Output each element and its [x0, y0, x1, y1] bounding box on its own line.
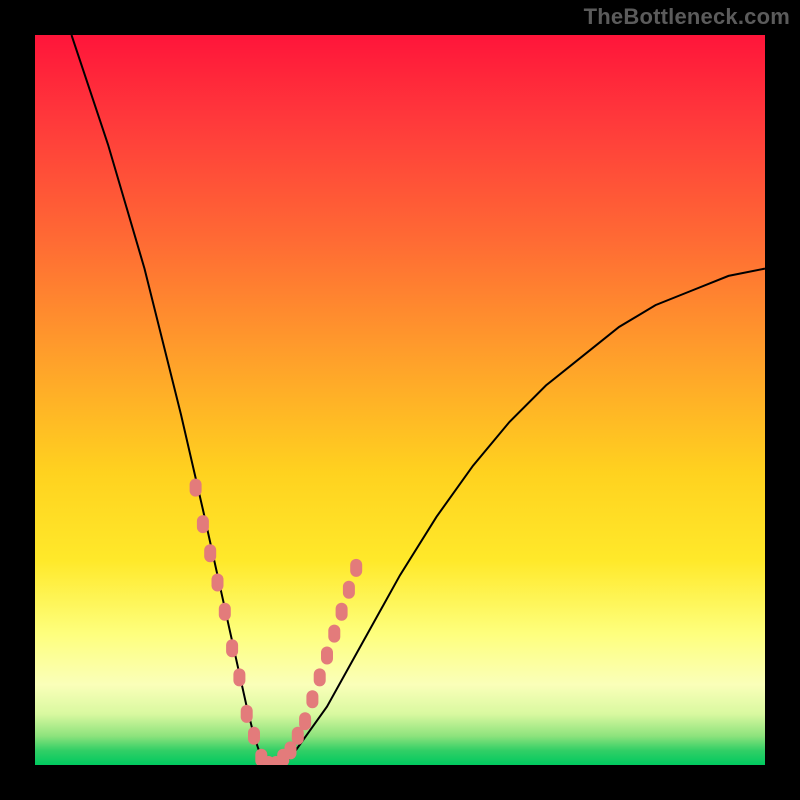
- highlight-marker: [190, 479, 202, 497]
- highlight-marker: [336, 603, 348, 621]
- highlight-marker: [328, 625, 340, 643]
- highlight-marker: [204, 544, 216, 562]
- highlight-marker: [321, 647, 333, 665]
- watermark-text: TheBottleneck.com: [584, 4, 790, 30]
- highlight-marker: [212, 574, 224, 592]
- bottleneck-curve: [72, 35, 766, 765]
- highlight-marker: [350, 559, 362, 577]
- curve-layer: [35, 35, 765, 765]
- highlight-marker: [241, 705, 253, 723]
- highlight-marker: [197, 515, 209, 533]
- highlight-marker: [343, 581, 355, 599]
- chart-container: TheBottleneck.com: [0, 0, 800, 800]
- highlight-marker: [233, 668, 245, 686]
- highlight-marker: [285, 741, 297, 759]
- highlight-marker: [306, 690, 318, 708]
- highlight-marker: [226, 639, 238, 657]
- highlight-marker: [219, 603, 231, 621]
- highlight-marker: [248, 727, 260, 745]
- highlight-marker: [292, 727, 304, 745]
- highlight-marker: [299, 712, 311, 730]
- highlight-marker: [314, 668, 326, 686]
